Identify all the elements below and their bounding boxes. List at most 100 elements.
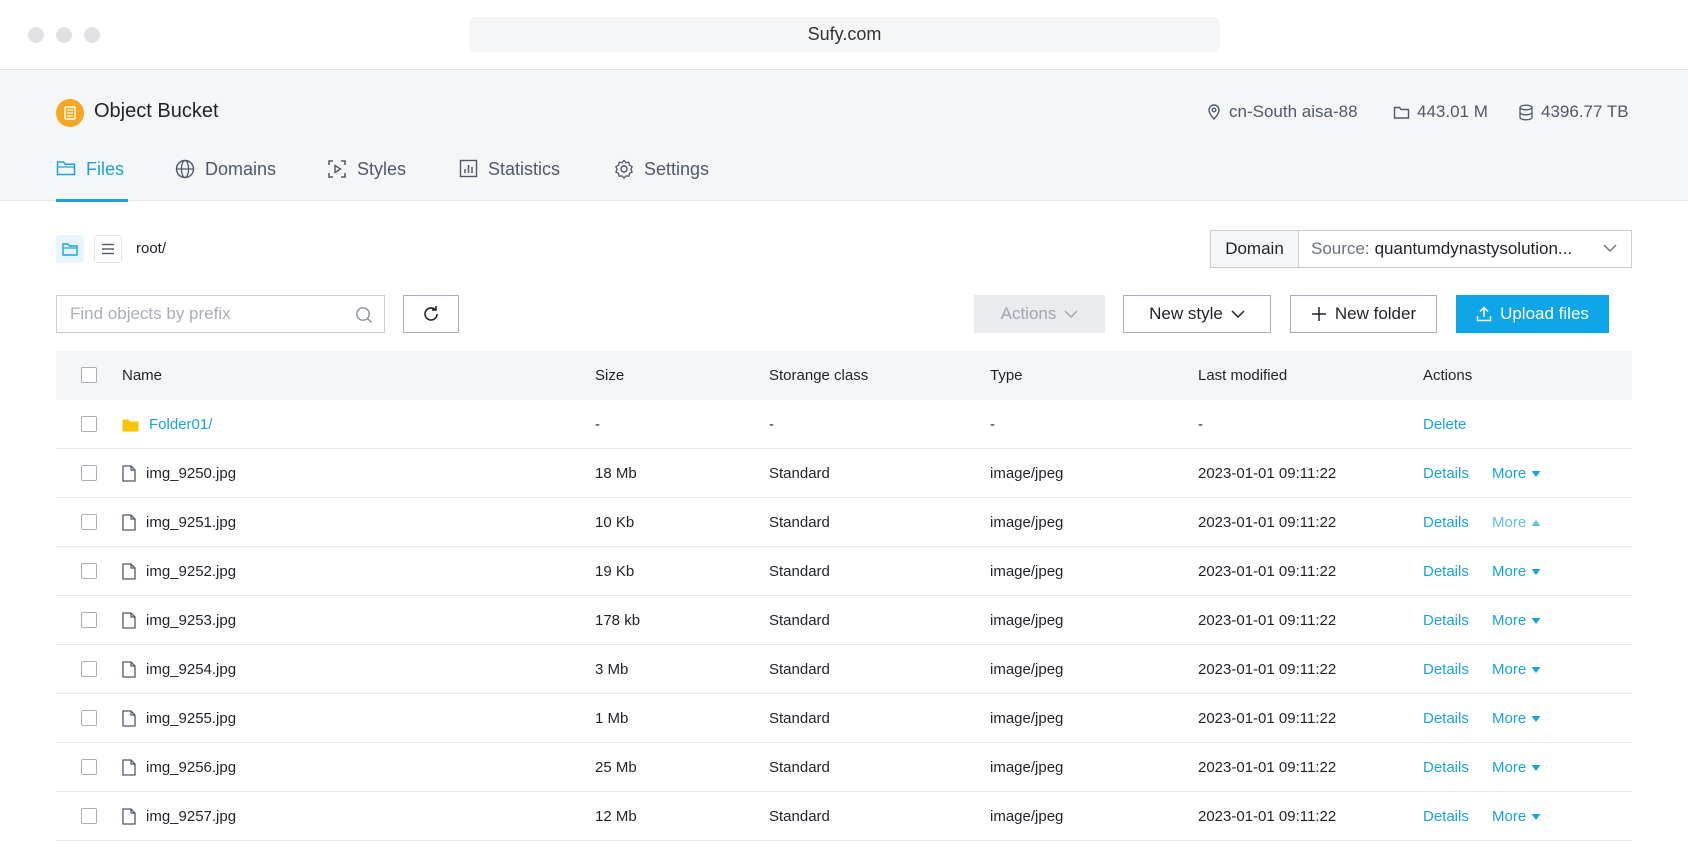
window-maximize-dot[interactable] <box>84 27 100 43</box>
file-icon <box>122 710 136 727</box>
list-view-button[interactable] <box>94 235 122 263</box>
row-checkbox[interactable] <box>81 710 97 726</box>
tab-styles[interactable]: Styles <box>327 159 406 201</box>
details-link[interactable]: Details <box>1423 645 1469 694</box>
more-dropdown[interactable]: More <box>1492 547 1541 596</box>
details-link[interactable]: Details <box>1423 547 1469 596</box>
refresh-button[interactable] <box>403 295 459 333</box>
upload-files-button[interactable]: Upload files <box>1456 295 1609 333</box>
caret-down-icon <box>1531 470 1541 477</box>
domain-selector: Domain Source: quantumdynastysolution... <box>1210 230 1632 268</box>
details-link[interactable]: Details <box>1423 596 1469 645</box>
column-header-name[interactable]: Name <box>122 351 162 400</box>
new-style-dropdown[interactable]: New style <box>1123 295 1271 333</box>
more-dropdown[interactable]: More <box>1492 645 1541 694</box>
more-dropdown[interactable]: More <box>1492 596 1541 645</box>
window-minimize-dot[interactable] <box>56 27 72 43</box>
search-box <box>56 295 385 333</box>
column-header-type[interactable]: Type <box>990 351 1023 400</box>
table-row[interactable]: img_9257.jpg 12 Mb Standard image/jpeg 2… <box>56 792 1632 841</box>
column-header-last-modified[interactable]: Last modified <box>1198 351 1287 400</box>
search-input[interactable] <box>57 296 384 332</box>
row-name[interactable]: img_9253.jpg <box>122 596 236 645</box>
table-row[interactable]: Folder01/ - - - - Delete <box>56 400 1632 449</box>
details-link[interactable]: Details <box>1423 694 1469 743</box>
file-icon <box>122 612 136 629</box>
caret-down-icon <box>1531 568 1541 575</box>
table-row[interactable]: img_9255.jpg 1 Mb Standard image/jpeg 20… <box>56 694 1632 743</box>
more-dropdown[interactable]: More <box>1492 694 1541 743</box>
row-checkbox[interactable] <box>81 416 97 432</box>
more-dropdown[interactable]: More <box>1492 792 1541 841</box>
list-icon <box>102 243 114 255</box>
row-checkbox[interactable] <box>81 759 97 775</box>
file-icon <box>122 808 136 825</box>
details-link[interactable]: Details <box>1423 498 1469 547</box>
row-name[interactable]: img_9254.jpg <box>122 645 236 694</box>
file-icon <box>122 661 136 678</box>
file-icon <box>122 514 136 531</box>
row-checkbox[interactable] <box>81 661 97 677</box>
details-link[interactable]: Details <box>1423 449 1469 498</box>
folder-view-button[interactable] <box>56 235 84 263</box>
row-name[interactable]: img_9257.jpg <box>122 792 236 841</box>
bucket-region: cn-South aisa-88 <box>1206 102 1358 122</box>
table-header: Name Size Storange class Type Last modif… <box>56 351 1632 400</box>
bucket-object-count: 443.01 M <box>1393 102 1488 122</box>
row-name[interactable]: Folder01/ <box>122 400 212 449</box>
domain-source-select[interactable]: Source: quantumdynastysolution... <box>1298 230 1632 268</box>
domain-label: Domain <box>1210 230 1298 268</box>
details-link[interactable]: Details <box>1423 743 1469 792</box>
upload-icon <box>1476 306 1492 322</box>
table-row[interactable]: img_9256.jpg 25 Mb Standard image/jpeg 2… <box>56 743 1632 792</box>
file-icon <box>122 465 136 482</box>
address-bar[interactable]: Sufy.com <box>469 17 1220 52</box>
row-checkbox[interactable] <box>81 612 97 628</box>
row-checkbox[interactable] <box>81 465 97 481</box>
row-name[interactable]: img_9252.jpg <box>122 547 236 596</box>
bar-chart-icon <box>459 159 478 178</box>
column-header-actions: Actions <box>1423 367 1473 384</box>
folder-icon <box>56 161 76 176</box>
more-dropdown[interactable]: More <box>1492 498 1541 547</box>
bucket-icon <box>56 99 84 127</box>
file-icon <box>122 759 136 776</box>
plus-icon <box>1311 307 1326 321</box>
tab-files[interactable]: Files <box>56 159 128 202</box>
column-header-size[interactable]: Size <box>595 351 624 400</box>
new-folder-button[interactable]: New folder <box>1290 295 1437 333</box>
gear-icon <box>615 159 633 179</box>
row-checkbox[interactable] <box>81 563 97 579</box>
chevron-down-icon <box>1231 310 1245 319</box>
actions-dropdown[interactable]: Actions <box>974 295 1105 333</box>
refresh-icon <box>424 306 438 321</box>
row-checkbox[interactable] <box>81 808 97 824</box>
row-name[interactable]: img_9255.jpg <box>122 694 236 743</box>
select-all-checkbox[interactable] <box>81 367 97 383</box>
table-row[interactable]: img_9254.jpg 3 Mb Standard image/jpeg 20… <box>56 645 1632 694</box>
chevron-down-icon <box>1603 244 1617 252</box>
table-row[interactable]: img_9250.jpg 18 Mb Standard image/jpeg 2… <box>56 449 1632 498</box>
folder-icon <box>62 243 78 256</box>
globe-icon <box>175 159 195 179</box>
tab-domains[interactable]: Domains <box>175 159 276 201</box>
details-link[interactable]: Details <box>1423 792 1469 841</box>
browser-chrome: Sufy.com <box>0 0 1688 70</box>
row-name[interactable]: img_9256.jpg <box>122 743 236 792</box>
column-header-storage-class[interactable]: Storange class <box>769 351 868 400</box>
tab-statistics[interactable]: Statistics <box>459 159 560 201</box>
delete-link[interactable]: Delete <box>1423 400 1466 449</box>
folder-icon <box>1393 106 1410 119</box>
more-dropdown[interactable]: More <box>1492 743 1541 792</box>
row-name[interactable]: img_9251.jpg <box>122 498 236 547</box>
table-row[interactable]: img_9251.jpg 10 Kb Standard image/jpeg 2… <box>56 498 1632 547</box>
more-dropdown[interactable]: More <box>1492 449 1541 498</box>
row-checkbox[interactable] <box>81 514 97 530</box>
table-row[interactable]: img_9253.jpg 178 kb Standard image/jpeg … <box>56 596 1632 645</box>
row-name[interactable]: img_9250.jpg <box>122 449 236 498</box>
breadcrumb[interactable]: root/ <box>136 240 166 257</box>
table-row[interactable]: img_9252.jpg 19 Kb Standard image/jpeg 2… <box>56 547 1632 596</box>
bucket-title: Object Bucket <box>94 100 219 122</box>
tab-settings[interactable]: Settings <box>614 159 709 201</box>
window-close-dot[interactable] <box>28 27 44 43</box>
